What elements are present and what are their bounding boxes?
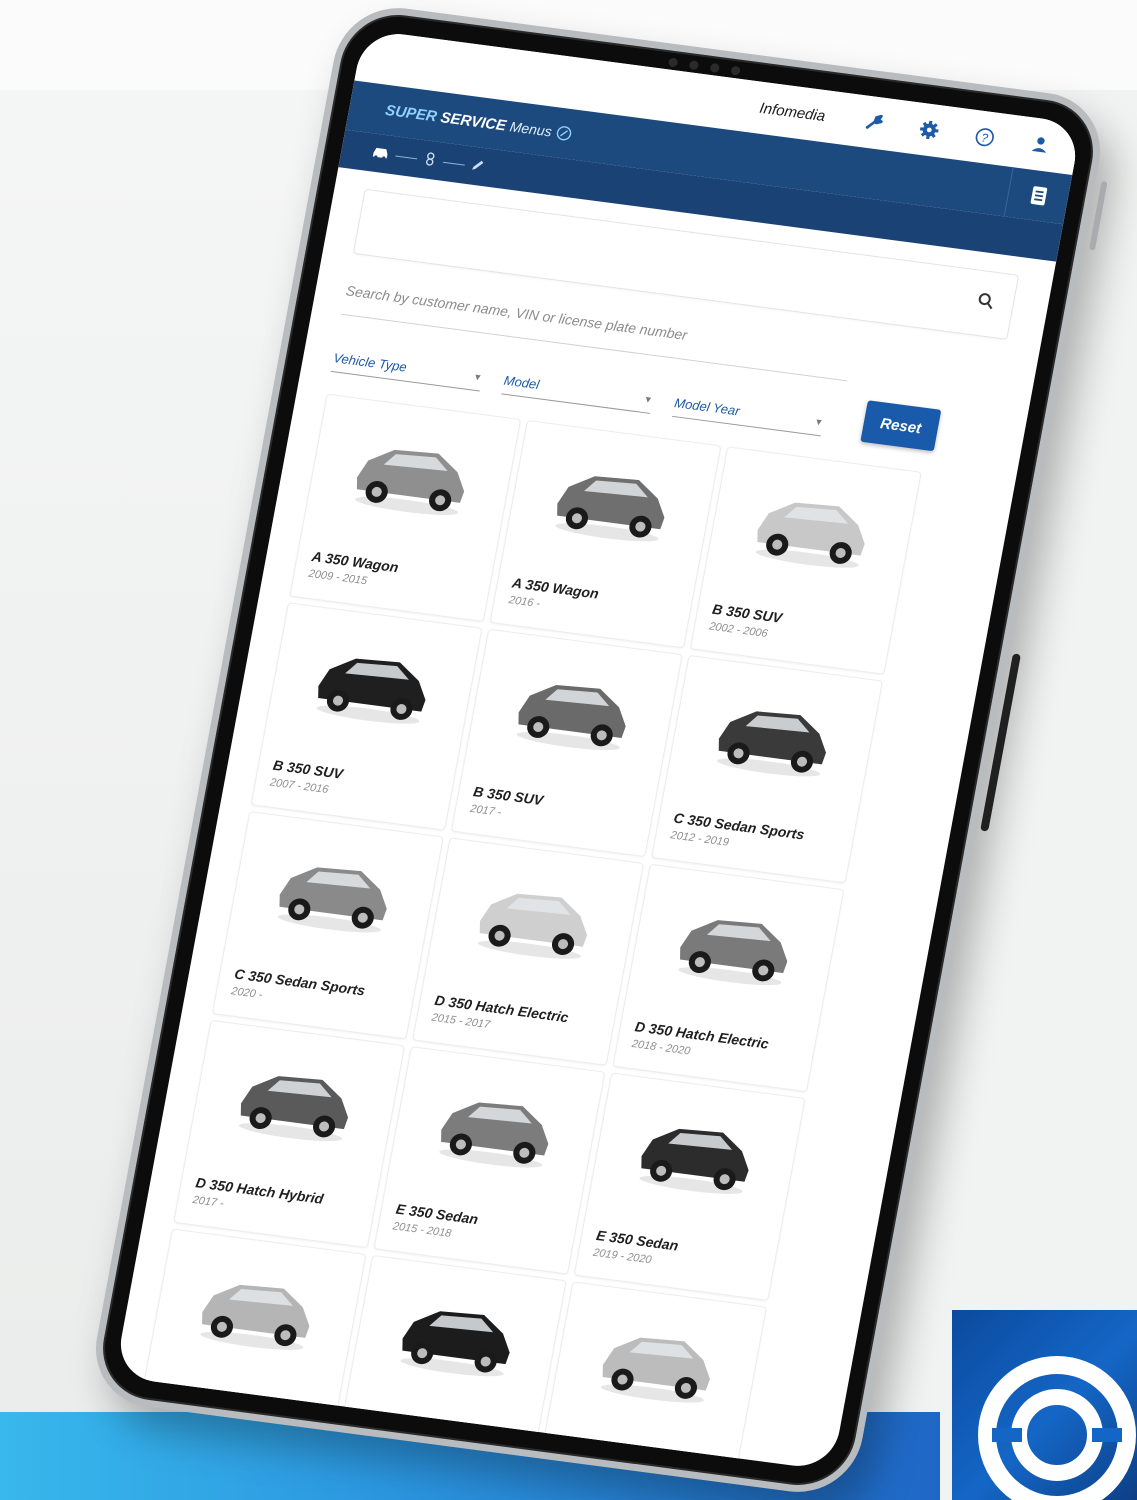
brand-badge-icon [556, 126, 571, 141]
link-icon[interactable] [421, 150, 438, 171]
car-image [477, 893, 588, 959]
vehicle-years: 2007 - 2016 [268, 776, 330, 797]
vehicle-years: 2012 - 2019 [669, 829, 730, 849]
car-image [277, 867, 387, 933]
vehicle-type-dropdown[interactable]: Vehicle Type ▼ [330, 350, 484, 392]
car-image [316, 658, 426, 724]
model-year-label: Model Year [673, 395, 741, 419]
car-image [716, 711, 827, 777]
car-image [516, 684, 626, 751]
user-icon[interactable] [1027, 132, 1053, 157]
vehicle-years: 2020 - [230, 985, 264, 1002]
reset-button[interactable]: Reset [860, 400, 942, 452]
vehicle-type-label: Vehicle Type [332, 350, 408, 375]
chevron-down-icon: ▼ [643, 393, 654, 405]
wrench-icon[interactable] [861, 110, 887, 135]
brand-menus: Menus [508, 118, 554, 140]
vehicle-years: 2017 - [469, 802, 503, 819]
vehicle-years: 2018 - 2020 [630, 1038, 692, 1058]
model-dropdown[interactable]: Model ▼ [501, 372, 655, 414]
svg-text:?: ? [980, 130, 989, 145]
vehicle-years: 2002 - 2006 [708, 620, 769, 641]
brand-logo-tile [952, 1310, 1137, 1500]
car-image [200, 1284, 310, 1350]
vehicle-card[interactable]: B 350 SUV 2002 - 2006 [689, 446, 922, 675]
pencil-icon[interactable] [469, 157, 486, 176]
car-image [555, 476, 665, 542]
vehicle-years: 2009 - 2015 [307, 567, 369, 588]
vehicle-years: 2019 - 2020 [592, 1246, 653, 1267]
car-image [755, 502, 865, 568]
list-icon[interactable] [1003, 167, 1073, 225]
vehicle-card[interactable]: D 350 Hatch Electric 2015 - 2017 [412, 837, 645, 1066]
car-image [678, 920, 788, 986]
vehicle-card[interactable]: C 350 Sedan Sports 2020 - [211, 811, 444, 1040]
brand-service: SERVICE [439, 108, 508, 135]
vehicle-card[interactable]: A 350 Wagon 2016 - [489, 419, 722, 649]
car-image [355, 449, 465, 515]
search-icon[interactable] [974, 291, 996, 316]
car-icon[interactable] [370, 144, 391, 163]
app-logo[interactable]: SUPER SERVICE Menus [384, 101, 573, 142]
vehicle-years: 2016 - [507, 594, 542, 611]
brand-logo-icon [978, 1356, 1136, 1500]
brand-super: SUPER [384, 101, 439, 125]
car-image [238, 1076, 349, 1142]
org-name: Infomedia [758, 99, 827, 125]
chevron-down-icon: ▼ [472, 371, 484, 383]
model-year-dropdown[interactable]: Model Year ▼ [671, 395, 825, 437]
vehicle-card[interactable]: D 350 Hatch Hybrid 2017 - [173, 1019, 406, 1249]
vehicle-card[interactable]: B 350 SUV 2017 - [450, 628, 683, 858]
car-image [600, 1337, 710, 1403]
vehicle-years: 2015 - 2017 [430, 1011, 491, 1032]
car-image [439, 1102, 549, 1168]
vehicle-card[interactable]: A 350 Wagon 2009 - 2015 [289, 393, 522, 622]
help-icon[interactable]: ? [972, 125, 998, 150]
vehicle-card[interactable]: C 350 Sedan Sports 2012 - 2019 [651, 655, 884, 884]
vehicle-years: 2015 - 2018 [391, 1220, 453, 1240]
vehicle-card[interactable]: B 350 SUV 2007 - 2016 [250, 602, 483, 831]
car-image [400, 1311, 510, 1377]
vehicle-card[interactable]: D 350 Hatch Electric 2018 - 2020 [612, 863, 845, 1093]
chevron-down-icon: ▼ [813, 416, 825, 428]
car-image [639, 1128, 749, 1194]
vehicle-card[interactable]: E 350 Sedan 2019 - 2020 [573, 1072, 806, 1301]
vehicle-card[interactable]: E 350 Sedan 2015 - 2018 [373, 1046, 606, 1275]
gear-icon[interactable] [916, 118, 942, 143]
model-label: Model [502, 372, 541, 393]
vehicle-years: 2017 - [191, 1194, 225, 1210]
